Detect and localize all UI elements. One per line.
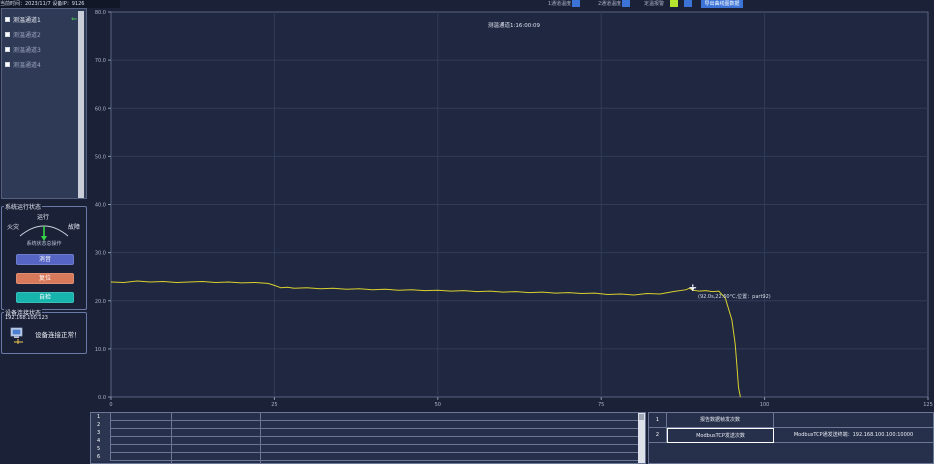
tree-item-channel-4[interactable]: 测温通道4 [5, 57, 77, 72]
tree-item-channel-2[interactable]: 测温通道2 [5, 27, 77, 42]
row-number: 1 [91, 413, 111, 421]
row-name: 报告数据帧发次数 [667, 413, 774, 428]
row-value [774, 413, 933, 428]
bottom-left-table: 1 2 3 4 5 6 [90, 412, 646, 464]
table-scrollbar[interactable] [638, 413, 645, 463]
x-tick-label: 100 [760, 402, 770, 408]
mute-button[interactable]: 消音 [16, 254, 74, 265]
chart-title: 测温通道1:16:00:09 [488, 23, 541, 29]
legend-swatch-alarm[interactable] [670, 0, 678, 7]
legend-swatch-ch1[interactable] [572, 0, 580, 7]
y-tick-label: 50.0 [95, 154, 106, 160]
status-gauge: 运行 火灾 故障 [6, 212, 82, 242]
x-tick-label: 25 [271, 402, 277, 408]
row-number: 5 [91, 445, 111, 453]
table-row[interactable]: 6 [91, 453, 645, 461]
y-tick-label: 10.0 [95, 347, 106, 353]
tree-item-channel-3[interactable]: 测温通道3 [5, 42, 77, 57]
y-tick-label: 80.0 [95, 10, 106, 16]
legend-swatch-ch2[interactable] [622, 0, 630, 7]
x-tick-label: 50 [435, 402, 441, 408]
tree-node-icon [5, 62, 10, 67]
y-tick-label: 0.0 [98, 395, 106, 401]
y-tick-label: 60.0 [95, 106, 106, 112]
tree-item-label: 测温通道3 [13, 47, 41, 54]
system-status-group: 系统运行状态 运行 火灾 故障 系统状态总操作 消音 复位 自检 [1, 202, 87, 310]
system-operation-label: 系统状态总操作 [26, 241, 62, 247]
gauge-fire-label: 火灾 [7, 224, 20, 231]
table-row[interactable]: 2 [91, 421, 645, 429]
y-tick-label: 20.0 [95, 299, 106, 305]
tree-item-channel-1[interactable]: 测温通道1 ⇐ [5, 12, 77, 27]
tree-node-icon [5, 47, 10, 52]
x-tick-label: 75 [598, 402, 604, 408]
table-row[interactable]: 4 [91, 437, 645, 445]
table-row[interactable]: 1 [91, 413, 645, 421]
table-row[interactable]: 1 报告数据帧发次数 [649, 413, 933, 428]
row-name: ModbusTCP发送次数 [667, 428, 774, 443]
self-check-button[interactable]: 自检 [16, 292, 74, 303]
row-value: ModbusTCP通发送终端：192.168.100.100:10000 [793, 432, 914, 438]
export-chart-data-button[interactable]: 导出曲线图数据 [701, 0, 743, 8]
legend-label-ch1: 1通道温度 [548, 1, 572, 7]
temperature-chart-svg: 0.0 10.0 20.0 30.0 40.0 50.0 60.0 70.0 80.0 0 25 50… [95, 10, 933, 408]
computer-icon [10, 327, 23, 344]
y-tick-label: 30.0 [95, 251, 106, 257]
channel-tree: 测温通道1 ⇐ 测温通道2 测温通道3 测温通道4 [5, 12, 77, 72]
legend-swatch-extra[interactable] [684, 0, 692, 7]
crosshair-cursor-icon: ✢ [689, 284, 697, 294]
y-tick-label: 40.0 [95, 203, 106, 209]
legend-label-alarm: 定温报警 [644, 1, 665, 7]
row-number: 4 [91, 437, 111, 445]
y-tick-label: 70.0 [95, 58, 106, 64]
tree-node-icon [5, 17, 10, 22]
connection-status-group: 设备连接状态 192.168.100.123 设备连接正常！ [1, 308, 87, 354]
tree-scrollbar[interactable] [78, 11, 84, 198]
reset-button[interactable]: 复位 [16, 273, 74, 284]
table-row[interactable]: 2 ModbusTCP发送次数 ModbusTCP通发送终端：192.168.1… [649, 428, 933, 443]
connection-status-text: 设备连接正常！ [35, 331, 81, 339]
tree-node-icon [5, 32, 10, 37]
arrow-left-icon: ⇐ [71, 15, 77, 23]
row-number: 1 [649, 413, 667, 428]
bottom-right-table: 1 报告数据帧发次数 2 ModbusTCP发送次数 ModbusTCP通发送终… [648, 412, 934, 464]
system-status-title: 系统运行状态 [4, 202, 43, 211]
gauge-fault-label: 故障 [68, 224, 81, 231]
table-row[interactable]: 3 [91, 429, 645, 437]
chart-marker-label: (92.0s,22.60°C,位置：part92) [698, 294, 771, 300]
column-divider [171, 413, 172, 463]
channel-tree-panel: 测温通道1 ⇐ 测温通道2 测温通道3 测温通道4 [1, 8, 87, 199]
tree-item-label: 测温通道4 [13, 62, 41, 69]
device-ip: 192.168.100.123 [5, 315, 48, 321]
legend-label-ch2: 2通道温度 [598, 1, 622, 7]
table-scrollbar-thumb[interactable] [639, 414, 644, 420]
x-tick-label: 125 [923, 402, 933, 408]
row-number: 2 [91, 421, 111, 429]
tree-item-label: 测温通道1 [13, 17, 41, 24]
tree-scrollbar-thumb[interactable] [78, 11, 84, 198]
row-number: 2 [649, 428, 667, 443]
x-tick-label: 0 [109, 402, 112, 408]
table-row[interactable]: 5 [91, 445, 645, 453]
tree-item-label: 测温通道2 [13, 32, 41, 39]
row-number: 6 [91, 453, 111, 461]
gauge-run-label: 运行 [37, 214, 50, 221]
temperature-chart: 0.0 10.0 20.0 30.0 40.0 50.0 60.0 70.0 80.0 0 25 50… [88, 0, 934, 410]
row-number: 3 [91, 429, 111, 437]
column-divider [260, 413, 261, 463]
